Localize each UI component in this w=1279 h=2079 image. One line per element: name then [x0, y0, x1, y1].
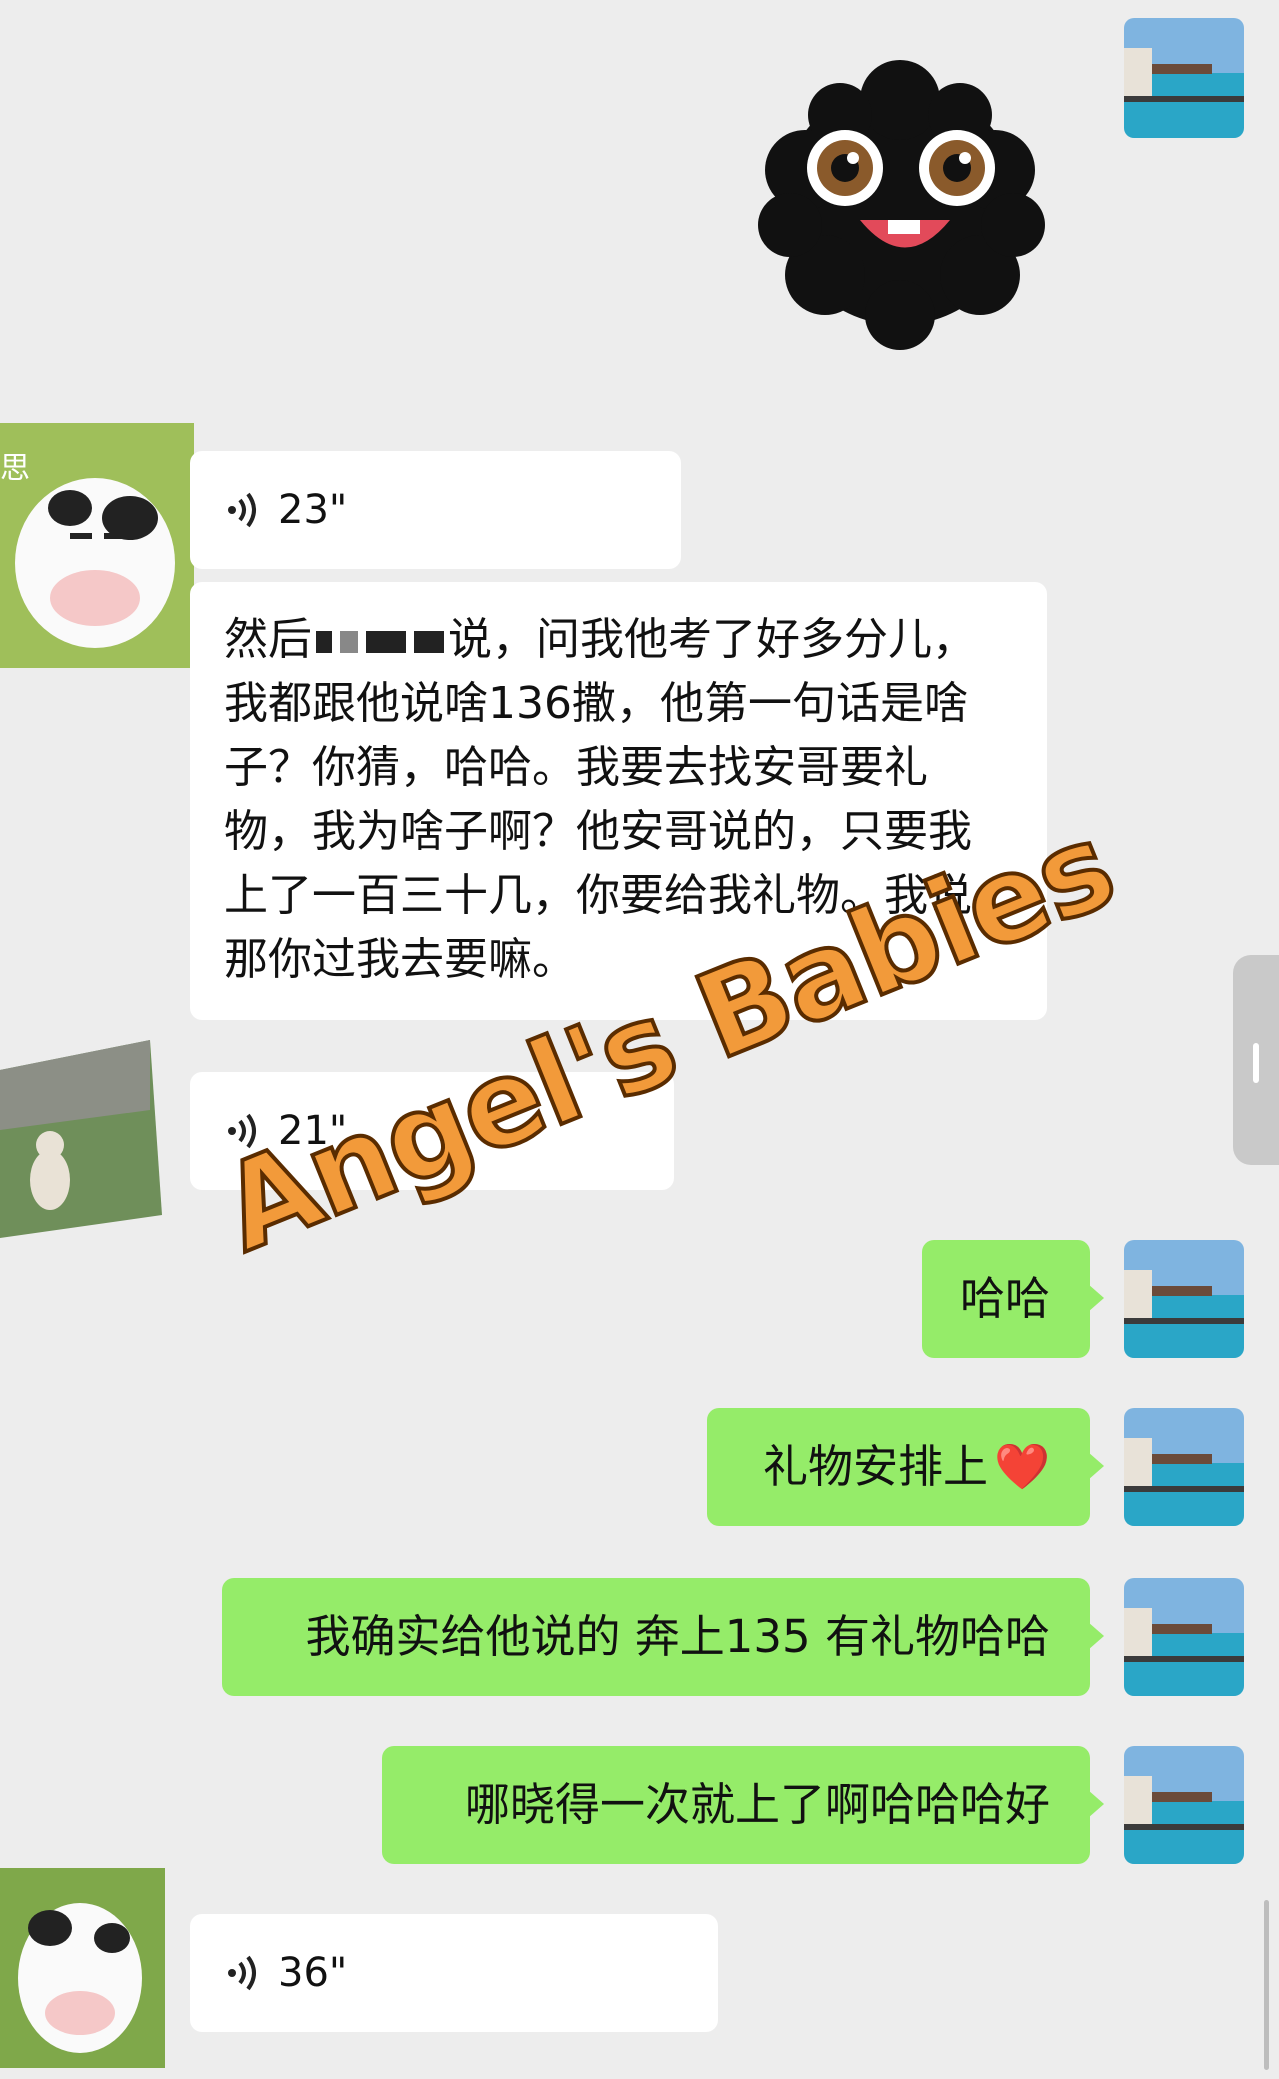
outgoing-message[interactable]: 礼物安排上 ❤️ — [707, 1408, 1104, 1526]
own-avatar[interactable] — [1124, 1578, 1244, 1696]
own-avatar[interactable] — [1124, 1746, 1244, 1864]
own-avatar[interactable] — [1124, 1240, 1244, 1358]
own-avatar[interactable] — [1124, 18, 1244, 138]
cow-avatar[interactable]: 思 — [0, 423, 194, 668]
message-text: 哈哈 — [959, 1272, 1050, 1325]
scrollbar[interactable] — [1264, 1900, 1269, 2070]
redaction-mark — [414, 631, 444, 653]
voice-wave-icon — [228, 492, 256, 528]
own-avatar[interactable] — [1124, 1408, 1244, 1526]
fuzzball-emoji-icon — [758, 60, 1045, 350]
text-prefix: 然后 — [224, 614, 312, 665]
heart-emoji: ❤️ — [993, 1440, 1050, 1493]
cow-avatar-icon — [0, 1868, 165, 2068]
side-drawer-handle[interactable] — [1233, 955, 1279, 1165]
voice-message[interactable]: 36" — [190, 1914, 718, 2032]
outgoing-message[interactable]: 哈哈 — [922, 1240, 1104, 1358]
message-text: 我确实给他说的 奔上135 有礼物哈哈 — [305, 1610, 1050, 1663]
voice-duration: 23" — [278, 487, 348, 533]
message-text: 哪晓得一次就上了啊哈哈哈好 — [464, 1778, 1050, 1831]
avatar-photo-icon — [1124, 18, 1244, 138]
fuzzball-sticker[interactable] — [745, 60, 1055, 350]
avatar-photo-icon — [1124, 1240, 1244, 1358]
redaction-mark — [316, 631, 332, 653]
voice-duration: 36" — [278, 1950, 348, 1996]
contact-photo-avatar[interactable] — [0, 1040, 162, 1238]
voice-message[interactable]: 23" — [190, 451, 681, 569]
outgoing-message[interactable]: 哪晓得一次就上了啊哈哈哈好 — [382, 1746, 1104, 1864]
redaction-mark — [366, 631, 406, 653]
cow-avatar[interactable] — [0, 1868, 165, 2068]
avatar-photo-icon — [1124, 1746, 1244, 1864]
voice-wave-icon — [228, 1955, 256, 1991]
photo-avatar-icon — [0, 1040, 162, 1238]
avatar-photo-icon — [1124, 1578, 1244, 1696]
redaction-mark — [340, 631, 358, 653]
avatar-photo-icon — [1124, 1408, 1244, 1526]
message-text: 礼物安排上 — [762, 1440, 988, 1493]
avatar-caption: 思 — [0, 451, 30, 486]
outgoing-message[interactable]: 我确实给他说的 奔上135 有礼物哈哈 — [222, 1578, 1104, 1696]
